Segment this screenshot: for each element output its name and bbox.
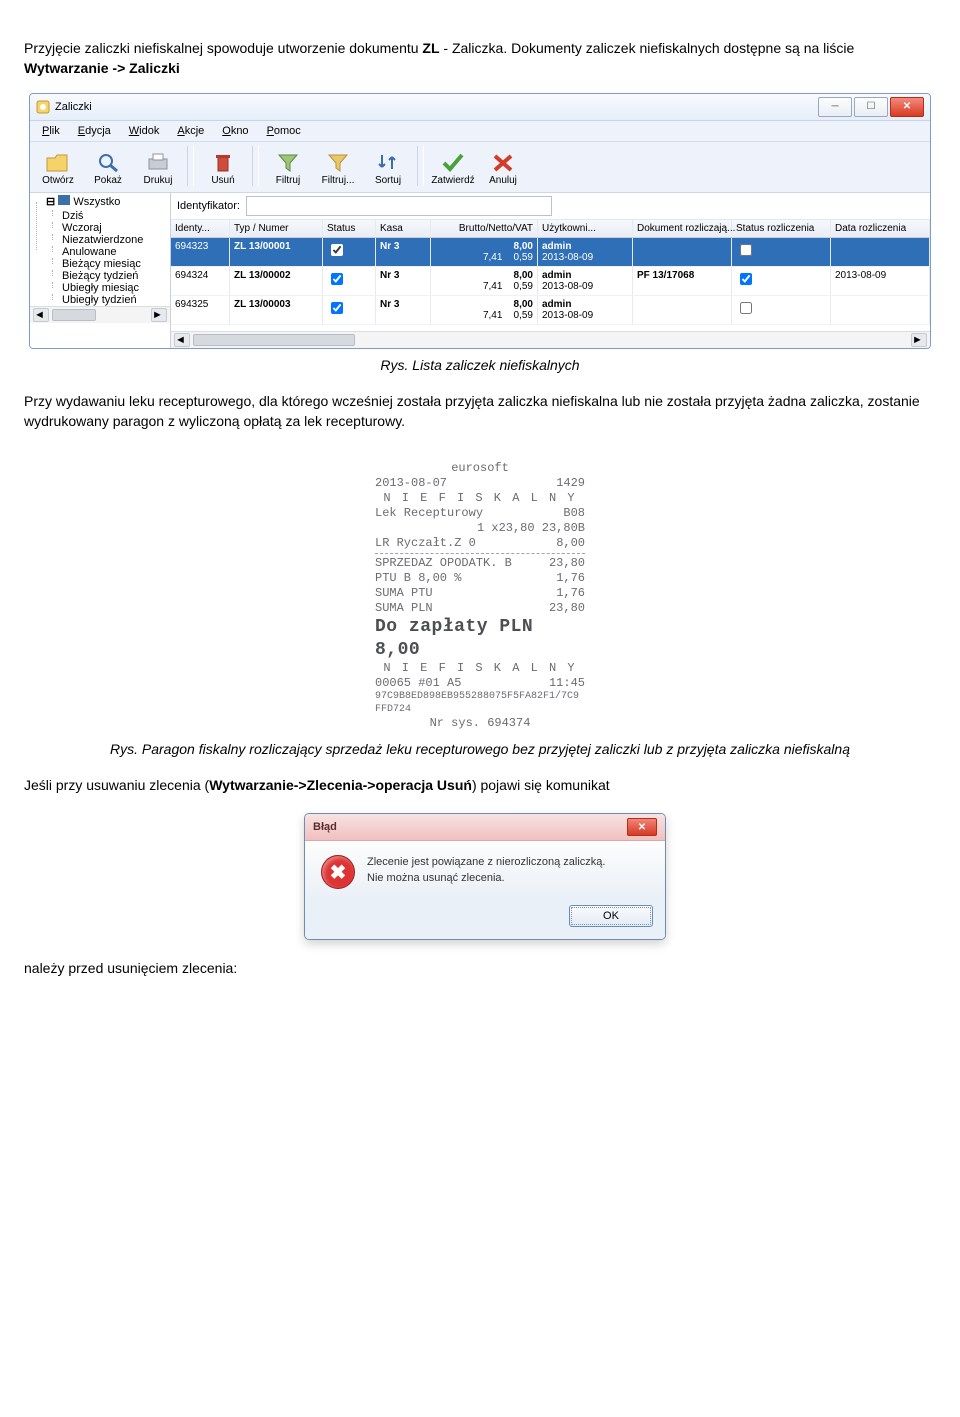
tree-item[interactable]: Ubiegły tydzień <box>60 294 170 306</box>
toolbar: Otwórz Pokaż Drukuj Usuń Filtruj Filtruj… <box>30 142 930 193</box>
tree-item[interactable]: Dziś <box>60 210 170 222</box>
settle-checkbox[interactable] <box>740 244 752 256</box>
tool-print[interactable]: Drukuj <box>134 147 182 188</box>
filter-tree: ⊟ Wszystko Dziś Wczoraj Niezatwierdzone … <box>30 193 171 348</box>
menubar: Plik Edycja Widok Akcje Okno Pomoc <box>30 121 930 142</box>
maximize-button[interactable]: ☐ <box>854 97 888 117</box>
receipt: eurosoft 2013-08-071429 N I E F I S K A … <box>375 461 585 731</box>
menu-edycja[interactable]: Edycja <box>70 123 119 139</box>
paragraph-2: Przy wydawaniu leku recepturowego, dla k… <box>24 391 936 432</box>
menu-pomoc[interactable]: Pomoc <box>259 123 309 139</box>
tool-sort[interactable]: Sortuj <box>364 147 412 188</box>
table-row[interactable]: 694325ZL 13/00003Nr 38,007,41 0,59admin2… <box>171 296 930 325</box>
tree-item[interactable]: Niezatwierdzone <box>60 234 170 246</box>
tool-open[interactable]: Otwórz <box>34 147 82 188</box>
close-button[interactable]: ✕ <box>890 97 924 117</box>
footer-paragraph: należy przed usunięciem zlecenia: <box>24 958 936 978</box>
tree-item[interactable]: Ubiegły miesiąc <box>60 282 170 294</box>
minimize-button[interactable]: ─ <box>818 97 852 117</box>
ident-input[interactable] <box>246 196 552 216</box>
status-checkbox[interactable] <box>331 273 343 285</box>
tree-scrollbar[interactable]: ◄► <box>30 306 170 323</box>
zaliczki-window: Zaliczki ─ ☐ ✕ Plik Edycja Widok Akcje O… <box>29 93 931 349</box>
tree-root[interactable]: ⊟ Wszystko Dziś Wczoraj Niezatwierdzone … <box>44 195 170 306</box>
ident-label: Identyfikator: <box>177 200 240 212</box>
figure-caption-1: Rys. Lista zaliczek niefiskalnych <box>24 357 936 373</box>
status-checkbox[interactable] <box>331 302 343 314</box>
tool-delete[interactable]: Usuń <box>199 147 247 188</box>
grid-header: Identy... Typ / Numer Status Kasa Brutto… <box>171 220 930 238</box>
settle-checkbox[interactable] <box>740 302 752 314</box>
app-icon <box>36 100 50 114</box>
menu-plik[interactable]: Plik <box>34 123 68 139</box>
tool-cancel[interactable]: Anuluj <box>479 147 527 188</box>
tree-item[interactable]: Bieżący miesiąc <box>60 258 170 270</box>
status-checkbox[interactable] <box>331 244 343 256</box>
grid-scrollbar[interactable]: ◄► <box>171 331 930 348</box>
tool-confirm[interactable]: Zatwierdź <box>429 147 477 188</box>
dialog-title: Błąd <box>313 821 337 833</box>
tree-item[interactable]: Wczoraj <box>60 222 170 234</box>
dialog-message: Zlecenie jest powiązane z nierozliczoną … <box>367 855 649 889</box>
dialog-close-button[interactable]: ✕ <box>627 818 657 836</box>
menu-akcje[interactable]: Akcje <box>169 123 212 139</box>
figure-caption-2: Rys. Paragon fiskalny rozliczający sprze… <box>24 741 936 757</box>
intro-paragraph: Przyjęcie zaliczki niefiskalnej spowoduj… <box>24 38 936 79</box>
menu-okno[interactable]: Okno <box>214 123 256 139</box>
menu-widok[interactable]: Widok <box>121 123 168 139</box>
table-row[interactable]: 694324ZL 13/00002Nr 38,007,41 0,59admin2… <box>171 267 930 296</box>
window-title: Zaliczki <box>55 101 92 113</box>
tool-filter-adv[interactable]: Filtruj... <box>314 147 362 188</box>
tool-show[interactable]: Pokaż <box>84 147 132 188</box>
error-dialog: Błąd ✕ ✖ Zlecenie jest powiązane z niero… <box>304 813 666 940</box>
ok-button[interactable]: OK <box>569 905 653 927</box>
tree-item[interactable]: Bieżący tydzień <box>60 270 170 282</box>
settle-checkbox[interactable] <box>740 273 752 285</box>
tree-item[interactable]: Anulowane <box>60 246 170 258</box>
table-row[interactable]: 694323ZL 13/00001Nr 38,007,41 0,59admin2… <box>171 238 930 267</box>
paragraph-3: Jeśli przy usuwaniu zlecenia (Wytwarzani… <box>24 775 936 795</box>
error-icon: ✖ <box>321 855 355 889</box>
titlebar: Zaliczki ─ ☐ ✕ <box>30 94 930 121</box>
tool-filter[interactable]: Filtruj <box>264 147 312 188</box>
